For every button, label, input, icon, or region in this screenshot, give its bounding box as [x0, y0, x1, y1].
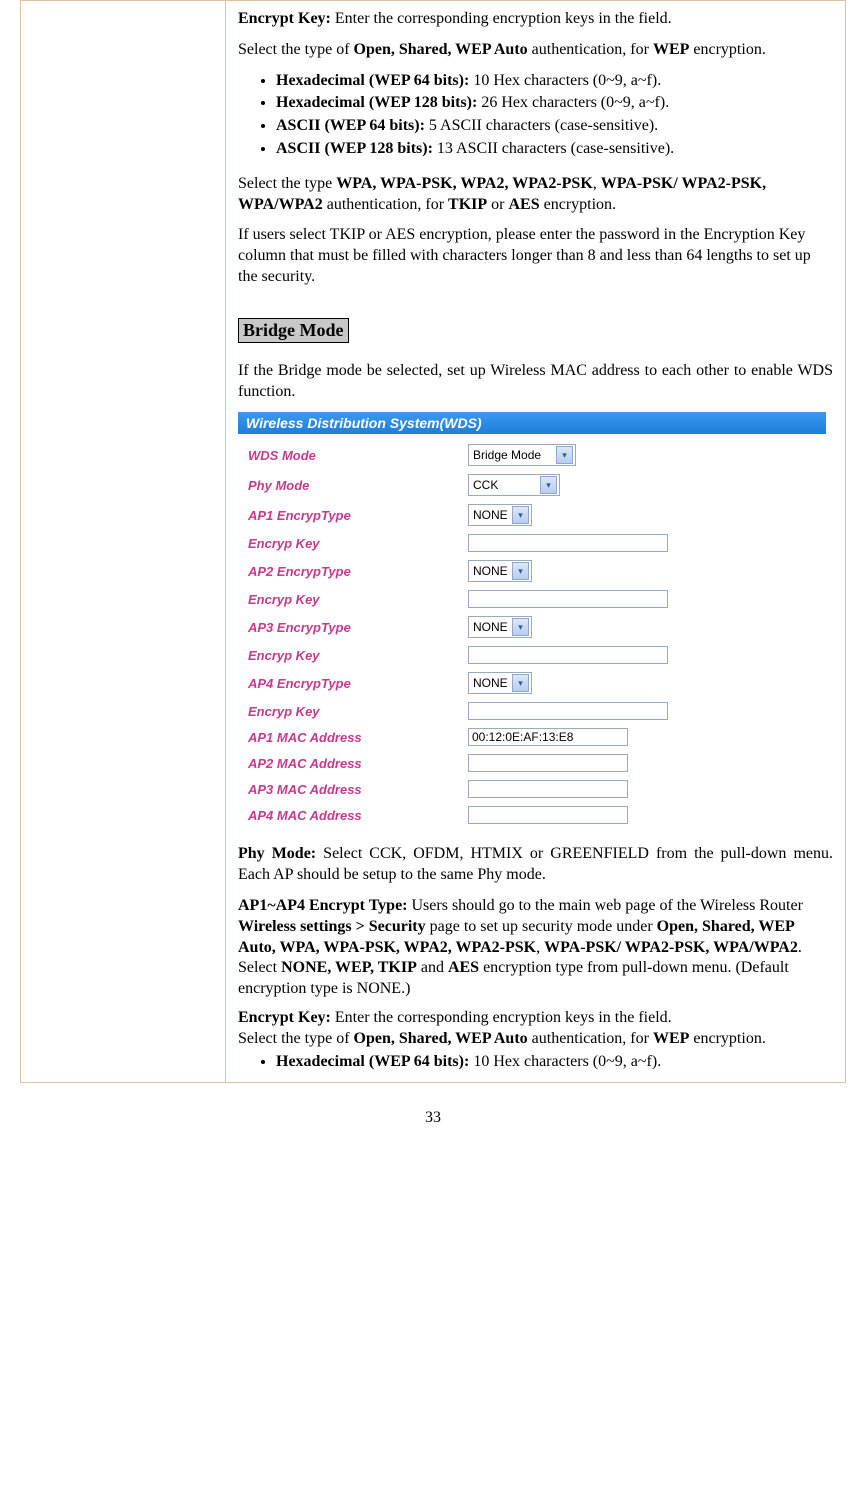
input-ap4-mac-address[interactable]: [468, 806, 628, 824]
left-column: [21, 1, 226, 1083]
wds-field-label: AP2 MAC Address: [248, 756, 468, 771]
content-cell: Encrypt Key: Enter the corresponding enc…: [226, 1, 846, 1083]
wds-row: AP2 MAC Address: [248, 750, 816, 776]
select-phy-mode[interactable]: CCK▾: [468, 474, 560, 496]
wds-row: AP2 EncrypTypeNONE▾: [248, 556, 816, 586]
input-encryp-key[interactable]: [468, 646, 668, 664]
select-wds-mode[interactable]: Bridge Mode▾: [468, 444, 576, 466]
wds-row: AP1 MAC Address: [248, 724, 816, 750]
wds-field-label: AP4 MAC Address: [248, 808, 468, 823]
bridge-intro: If the Bridge mode be selected, set up W…: [238, 361, 833, 403]
tkip-aes-para: If users select TKIP or AES encryption, …: [238, 225, 833, 287]
wds-row: Encryp Key: [248, 530, 816, 556]
select-ap4-encryptype[interactable]: NONE▾: [468, 672, 532, 694]
wds-field-label: AP1 MAC Address: [248, 730, 468, 745]
wds-row: WDS ModeBridge Mode▾: [248, 440, 816, 470]
encrypt-key-text: Enter the corresponding encryption keys …: [331, 10, 672, 27]
bridge-mode-heading: Bridge Mode: [238, 318, 349, 343]
wds-field-label: Encryp Key: [248, 704, 468, 719]
chevron-down-icon: ▾: [512, 562, 529, 580]
wds-field-label: AP3 MAC Address: [248, 782, 468, 797]
list-item: Hexadecimal (WEP 64 bits): 10 Hex charac…: [276, 1052, 833, 1073]
wds-row: AP1 EncrypTypeNONE▾: [248, 500, 816, 530]
wds-row: AP4 MAC Address: [248, 802, 816, 828]
select-open-para: Select the type of Open, Shared, WEP Aut…: [238, 40, 833, 61]
select-wpa-para: Select the type WPA, WPA-PSK, WPA2, WPA2…: [238, 174, 833, 216]
select-ap1-encryptype[interactable]: NONE▾: [468, 504, 532, 526]
doc-table: Encrypt Key: Enter the corresponding enc…: [20, 0, 846, 1083]
wds-field-label: AP3 EncrypType: [248, 620, 468, 635]
input-ap1-mac-address[interactable]: [468, 728, 628, 746]
chevron-down-icon: ▾: [512, 618, 529, 636]
list-item: ASCII (WEP 64 bits): 5 ASCII characters …: [276, 116, 833, 137]
wds-field-label: AP2 EncrypType: [248, 564, 468, 579]
wds-row: Encryp Key: [248, 642, 816, 668]
input-ap3-mac-address[interactable]: [468, 780, 628, 798]
wds-row: Encryp Key: [248, 586, 816, 612]
wds-field-label: Encryp Key: [248, 648, 468, 663]
encrypt-key-para-2: Encrypt Key: Enter the corresponding enc…: [238, 1008, 833, 1050]
page-number: 33: [20, 1109, 846, 1127]
wds-field-label: Encryp Key: [248, 536, 468, 551]
wds-field-label: AP1 EncrypType: [248, 508, 468, 523]
chevron-down-icon: ▾: [512, 506, 529, 524]
wds-field-label: Phy Mode: [248, 478, 468, 493]
chevron-down-icon: ▾: [512, 674, 529, 692]
list-item: Hexadecimal (WEP 64 bits): 10 Hex charac…: [276, 71, 833, 92]
wds-body: WDS ModeBridge Mode▾Phy ModeCCK▾AP1 Encr…: [238, 434, 826, 834]
phy-mode-para: Phy Mode: Select CCK, OFDM, HTMIX or GRE…: [238, 844, 833, 886]
wds-field-label: Encryp Key: [248, 592, 468, 607]
wep-list: Hexadecimal (WEP 64 bits): 10 Hex charac…: [246, 71, 833, 160]
list-item: ASCII (WEP 128 bits): 13 ASCII character…: [276, 139, 833, 160]
wds-field-label: AP4 EncrypType: [248, 676, 468, 691]
input-encryp-key[interactable]: [468, 702, 668, 720]
wds-row: Phy ModeCCK▾: [248, 470, 816, 500]
ap-encrypt-para: AP1~AP4 Encrypt Type: Users should go to…: [238, 896, 833, 1000]
wds-field-label: WDS Mode: [248, 448, 468, 463]
select-ap3-encryptype[interactable]: NONE▾: [468, 616, 532, 638]
list-item: Hexadecimal (WEP 128 bits): 26 Hex chara…: [276, 93, 833, 114]
wds-row: AP3 MAC Address: [248, 776, 816, 802]
wds-row: AP3 EncrypTypeNONE▾: [248, 612, 816, 642]
chevron-down-icon: ▾: [556, 446, 573, 464]
input-ap2-mac-address[interactable]: [468, 754, 628, 772]
chevron-down-icon: ▾: [540, 476, 557, 494]
input-encryp-key[interactable]: [468, 590, 668, 608]
encrypt-key-label: Encrypt Key:: [238, 10, 331, 27]
wds-row: Encryp Key: [248, 698, 816, 724]
wds-panel: Wireless Distribution System(WDS) WDS Mo…: [238, 412, 826, 834]
select-ap2-encryptype[interactable]: NONE▾: [468, 560, 532, 582]
wep-list-2: Hexadecimal (WEP 64 bits): 10 Hex charac…: [246, 1052, 833, 1073]
wds-header: Wireless Distribution System(WDS): [238, 412, 826, 434]
encrypt-key-para: Encrypt Key: Enter the corresponding enc…: [238, 9, 833, 30]
wds-row: AP4 EncrypTypeNONE▾: [248, 668, 816, 698]
input-encryp-key[interactable]: [468, 534, 668, 552]
